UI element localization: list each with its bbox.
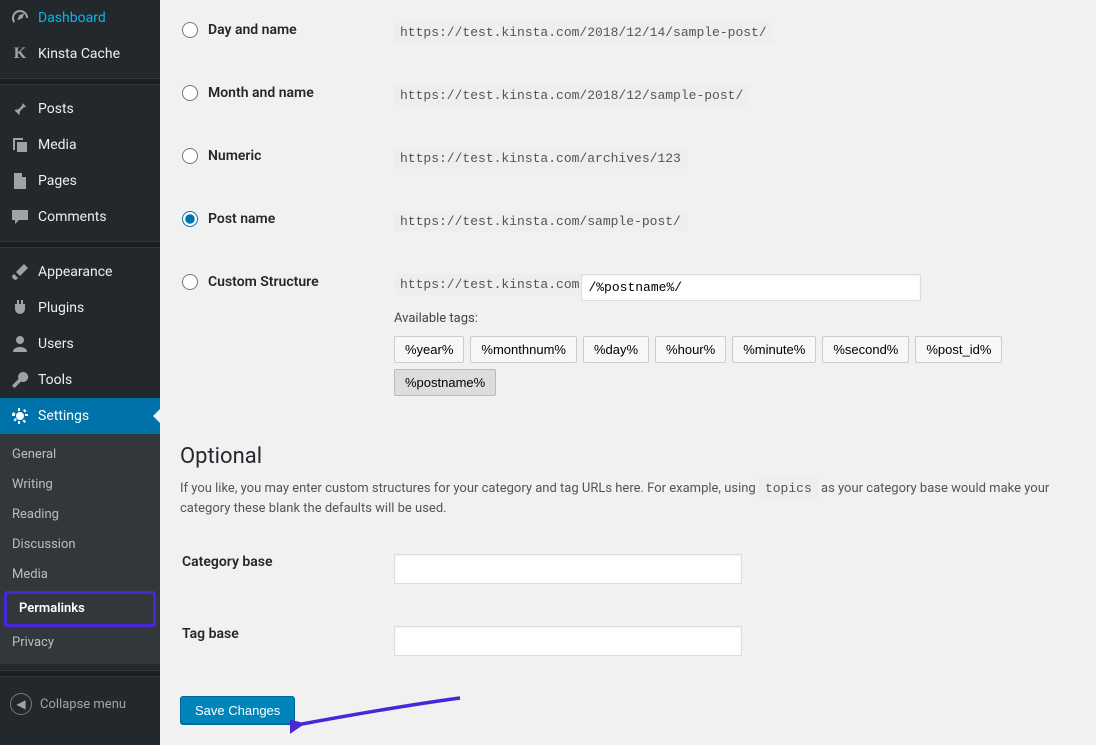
sidebar-label: Media <box>38 136 77 154</box>
sidebar-item-settings[interactable]: Settings <box>0 398 160 434</box>
example-day-name: https://test.kinsta.com/2018/12/14/sampl… <box>394 22 773 43</box>
collapse-label: Collapse menu <box>40 697 126 712</box>
radio-month-name[interactable] <box>182 85 198 101</box>
option-numeric[interactable]: Numeric <box>182 148 382 164</box>
sidebar-label: Tools <box>38 371 72 389</box>
separator <box>0 78 160 85</box>
submenu-media[interactable]: Media <box>0 560 160 590</box>
sidebar-label: Kinsta Cache <box>38 45 120 63</box>
tag-year[interactable]: %year% <box>394 336 464 363</box>
admin-sidebar: Dashboard K Kinsta Cache Posts Media Pag… <box>0 0 160 745</box>
tag-day[interactable]: %day% <box>583 336 649 363</box>
users-icon <box>10 334 30 354</box>
separator <box>0 241 160 248</box>
available-tags-label: Available tags: <box>394 311 1084 326</box>
radio-post-name[interactable] <box>182 211 198 227</box>
desc-code: topics <box>759 478 818 499</box>
sidebar-label: Users <box>38 335 74 353</box>
submenu-writing[interactable]: Writing <box>0 470 160 500</box>
category-base-input[interactable] <box>394 554 742 584</box>
example-post-name: https://test.kinsta.com/sample-post/ <box>394 211 687 232</box>
sidebar-label: Plugins <box>38 299 84 317</box>
sidebar-item-users[interactable]: Users <box>0 326 160 362</box>
brush-icon <box>10 262 30 282</box>
radio-custom[interactable] <box>182 274 198 290</box>
sidebar-label: Appearance <box>38 263 112 281</box>
sidebar-item-posts[interactable]: Posts <box>0 91 160 127</box>
option-label: Post name <box>208 211 275 227</box>
collapse-icon: ◀ <box>10 693 32 715</box>
tag-minute[interactable]: %minute% <box>732 336 816 363</box>
submenu-general[interactable]: General <box>0 440 160 470</box>
option-label: Custom Structure <box>208 274 319 290</box>
collapse-menu[interactable]: ◀ Collapse menu <box>0 683 160 725</box>
option-post-name[interactable]: Post name <box>182 211 382 227</box>
save-changes-button[interactable]: Save Changes <box>180 696 295 725</box>
optional-table: Category base Tag base <box>180 532 1096 678</box>
main-content: Day and name https://test.kinsta.com/201… <box>160 0 1096 745</box>
sidebar-item-media[interactable]: Media <box>0 127 160 163</box>
tag-base-label: Tag base <box>182 606 392 676</box>
optional-description: If you like, you may enter custom struct… <box>180 479 1096 518</box>
radio-day-name[interactable] <box>182 22 198 38</box>
sidebar-item-tools[interactable]: Tools <box>0 362 160 398</box>
kinsta-icon: K <box>10 44 30 64</box>
desc-text: If you like, you may enter custom struct… <box>180 481 759 496</box>
tag-post-id[interactable]: %post_id% <box>915 336 1002 363</box>
settings-icon <box>10 406 30 426</box>
sidebar-item-pages[interactable]: Pages <box>0 163 160 199</box>
option-month-name[interactable]: Month and name <box>182 85 382 101</box>
pin-icon <box>10 99 30 119</box>
example-month-name: https://test.kinsta.com/2018/12/sample-p… <box>394 85 749 106</box>
category-base-label: Category base <box>182 534 392 604</box>
tools-icon <box>10 370 30 390</box>
radio-numeric[interactable] <box>182 148 198 164</box>
tag-base-input[interactable] <box>394 626 742 656</box>
settings-submenu: General Writing Reading Discussion Media… <box>0 434 160 664</box>
example-numeric: https://test.kinsta.com/archives/123 <box>394 148 687 169</box>
tag-hour[interactable]: %hour% <box>655 336 726 363</box>
sidebar-label: Comments <box>38 208 107 226</box>
annotation-arrow <box>290 686 470 736</box>
tag-postname[interactable]: %postname% <box>394 369 496 396</box>
plugin-icon <box>10 298 30 318</box>
media-icon <box>10 135 30 155</box>
tag-monthnum[interactable]: %monthnum% <box>470 336 577 363</box>
separator <box>0 670 160 677</box>
submenu-privacy[interactable]: Privacy <box>0 628 160 658</box>
sidebar-item-dashboard[interactable]: Dashboard <box>0 0 160 36</box>
submenu-permalinks[interactable]: Permalinks <box>7 594 153 624</box>
custom-structure-input[interactable] <box>581 274 921 301</box>
sidebar-label: Posts <box>38 100 74 118</box>
option-label: Numeric <box>208 148 261 164</box>
tag-second[interactable]: %second% <box>822 336 909 363</box>
sidebar-item-appearance[interactable]: Appearance <box>0 254 160 290</box>
option-day-name[interactable]: Day and name <box>182 22 382 38</box>
highlight-box: Permalinks <box>4 591 156 627</box>
sidebar-item-comments[interactable]: Comments <box>0 199 160 235</box>
sidebar-label: Settings <box>38 407 89 425</box>
sidebar-item-plugins[interactable]: Plugins <box>0 290 160 326</box>
sidebar-item-kinsta[interactable]: K Kinsta Cache <box>0 36 160 72</box>
submit-row: Save Changes <box>180 696 1096 725</box>
optional-heading: Optional <box>180 444 1096 469</box>
submenu-discussion[interactable]: Discussion <box>0 530 160 560</box>
option-custom[interactable]: Custom Structure <box>182 274 382 290</box>
option-label: Day and name <box>208 22 297 38</box>
custom-prefix: https://test.kinsta.com <box>394 274 585 295</box>
page-icon <box>10 171 30 191</box>
permalink-options-table: Day and name https://test.kinsta.com/201… <box>180 0 1096 418</box>
sidebar-label: Dashboard <box>38 9 106 27</box>
dashboard-icon <box>10 8 30 28</box>
submenu-reading[interactable]: Reading <box>0 500 160 530</box>
sidebar-label: Pages <box>38 172 77 190</box>
comment-icon <box>10 207 30 227</box>
option-label: Month and name <box>208 85 314 101</box>
available-tags: %year% %monthnum% %day% %hour% %minute% … <box>394 336 1084 396</box>
